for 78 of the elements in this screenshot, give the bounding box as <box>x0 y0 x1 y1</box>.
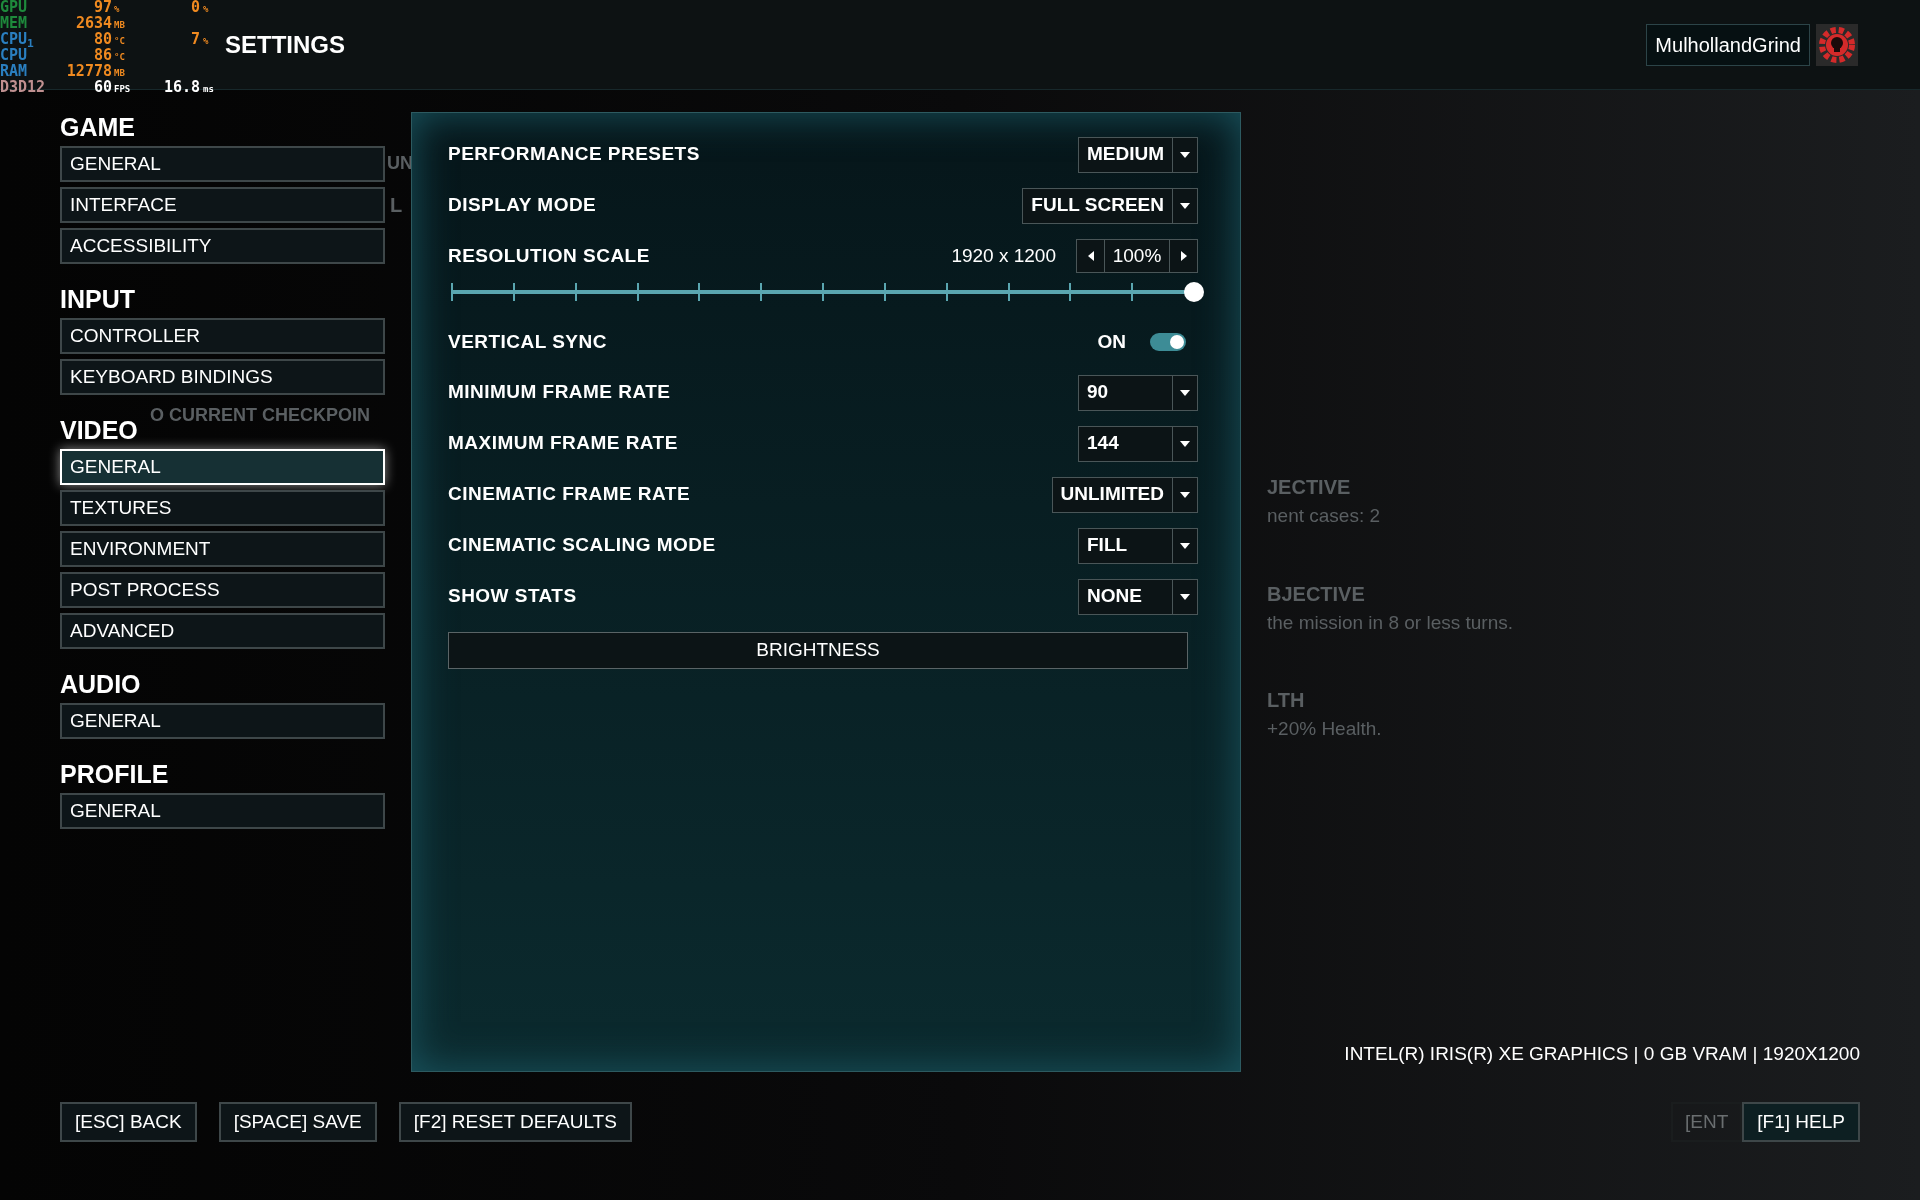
brightness-button[interactable]: BRIGHTNESS <box>448 632 1188 670</box>
background-text: +20% Health. <box>1267 717 1383 742</box>
section-heading: VIDEO <box>60 415 138 446</box>
stat-unit: % <box>202 35 209 48</box>
nav-item[interactable]: GENERAL <box>60 146 385 183</box>
nav-item[interactable]: GENERAL <box>60 793 385 830</box>
dropdown[interactable]: UNLIMITED <box>1051 476 1198 513</box>
dropdown[interactable]: NONE <box>1078 578 1198 615</box>
section-heading: INPUT <box>60 284 135 315</box>
dropdown[interactable]: FULL SCREEN <box>1022 187 1198 224</box>
stat-unit: ms <box>202 83 214 96</box>
toggle-switch[interactable] <box>1150 333 1186 352</box>
dropdown[interactable]: MEDIUM <box>1077 136 1198 173</box>
toggle-value: ON <box>1097 329 1126 354</box>
background-text: nent cases: 2 <box>1267 504 1382 529</box>
stat-label: GPU <box>0 0 29 15</box>
setting-label: PERFORMANCE PRESETS <box>448 142 700 167</box>
background-text: O CURRENT CHECKPOIN <box>150 404 370 427</box>
stat-value: 12778 <box>65 64 112 79</box>
stat-unit: % <box>113 3 121 16</box>
stat-unit: MB <box>113 67 126 80</box>
setting-label: DISPLAY MODE <box>448 193 597 218</box>
nav-item[interactable]: ACCESSIBILITY <box>60 228 385 265</box>
footer-button[interactable]: [ESC] BACK <box>60 1102 197 1143</box>
setting-label: CINEMATIC FRAME RATE <box>448 482 691 507</box>
stat-unit: °C <box>113 51 126 64</box>
background-text: JECTIVE <box>1267 475 1352 501</box>
nav-item[interactable]: GENERAL <box>60 703 385 740</box>
stat-label: MEM <box>0 16 29 31</box>
nav-item[interactable]: POST PROCESS <box>60 572 385 609</box>
username: MulhollandGrind <box>1646 23 1810 66</box>
stat-value: 97 <box>92 0 112 15</box>
scale-value: 100% <box>1111 243 1163 268</box>
stat-unit: FPS <box>113 83 132 96</box>
nav-item[interactable]: TEXTURES <box>60 490 385 527</box>
footer-button[interactable]: [SPACE] SAVE <box>218 1102 377 1143</box>
setting-label: CINEMATIC SCALING MODE <box>448 533 716 558</box>
dropdown[interactable]: 90 <box>1078 374 1198 411</box>
stat-value: 80 <box>92 32 112 47</box>
stat-label: RAM <box>0 64 29 79</box>
section-heading: PROFILE <box>60 759 169 790</box>
nav-item[interactable]: GENERAL <box>60 449 385 486</box>
stat-label: CPU$_{1}$ <box>0 32 35 47</box>
stat-unit: % <box>202 3 209 16</box>
setting-label: MAXIMUM FRAME RATE <box>448 431 678 456</box>
setting-label: MINIMUM FRAME RATE <box>448 380 671 405</box>
dropdown[interactable]: 144 <box>1078 425 1198 462</box>
stat-value: 0 <box>189 0 200 15</box>
settings-title: SETTINGS <box>225 29 345 60</box>
stat-value: 2634 <box>74 16 112 31</box>
setting-label: RESOLUTION SCALE <box>448 243 650 268</box>
nav-item[interactable]: CONTROLLER <box>60 318 385 355</box>
stat-label: D3D12 <box>0 80 47 95</box>
nav-item[interactable]: KEYBOARD BINDINGS <box>60 359 385 396</box>
stat-label: CPU <box>0 48 28 63</box>
system-info: INTEL(R) IRIS(R) XE GRAPHICS | 0 GB VRAM | 1920X1200 <box>1344 1041 1860 1066</box>
section-heading: GAME <box>60 112 135 143</box>
footer-button[interactable]: [F1] HELP <box>1742 1102 1860 1143</box>
nav-item[interactable]: ENVIRONMENT <box>60 531 385 568</box>
stat-value: 7 <box>189 32 200 47</box>
dropdown[interactable]: FILL <box>1078 527 1198 564</box>
background-text: the mission in 8 or less turns. <box>1267 610 1515 635</box>
background-text: LTH <box>1267 688 1306 714</box>
slider-thumb[interactable] <box>1184 282 1204 303</box>
section-heading: AUDIO <box>60 669 141 700</box>
footer-button[interactable]: [F2] RESET DEFAULTS <box>398 1102 632 1143</box>
stat-value: 60 <box>92 80 112 95</box>
background-text: L <box>390 193 403 218</box>
stat-value: 16.8 <box>162 80 200 95</box>
setting-label: SHOW STATS <box>448 584 577 609</box>
stat-unit: MB <box>113 19 126 32</box>
resolution-text: 1920 x 1200 <box>951 243 1056 268</box>
setting-label: VERTICAL SYNC <box>448 329 607 354</box>
background-text: BJECTIVE <box>1267 581 1366 607</box>
nav-item[interactable]: ADVANCED <box>60 613 385 650</box>
stat-value: 86 <box>92 48 112 63</box>
nav-item[interactable]: INTERFACE <box>60 187 385 224</box>
stat-unit: °C <box>113 35 126 48</box>
